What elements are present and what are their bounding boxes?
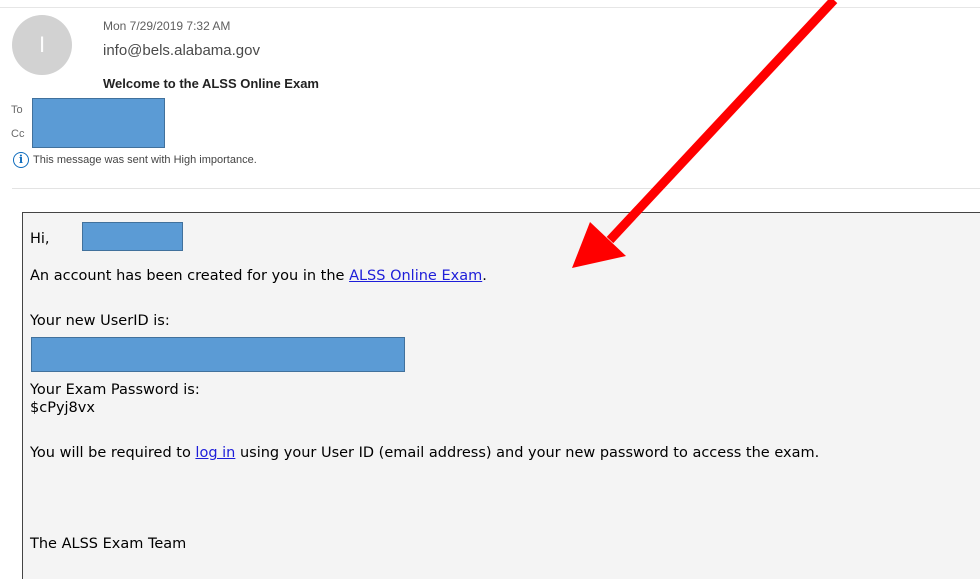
cc-label: Cc xyxy=(11,128,25,140)
account-line: An account has been created for you in t… xyxy=(30,268,487,284)
userid-label: Your new UserID is: xyxy=(30,313,170,329)
redacted-recipients xyxy=(32,98,165,148)
alss-online-exam-link[interactable]: ALSS Online Exam xyxy=(349,268,482,284)
to-label: To xyxy=(11,104,23,116)
email-reading-pane: I Mon 7/29/2019 7:32 AM info@bels.alabam… xyxy=(0,0,980,579)
arrow-shaft xyxy=(606,0,838,244)
message-body: Hi, An account has been created for you … xyxy=(22,212,980,579)
sender-address[interactable]: info@bels.alabama.gov xyxy=(103,42,260,59)
sent-date: Mon 7/29/2019 7:32 AM xyxy=(103,19,231,33)
signature: The ALSS Exam Team xyxy=(30,536,187,552)
password-label: Your Exam Password is: xyxy=(30,382,200,398)
top-divider xyxy=(0,7,980,8)
greeting: Hi, xyxy=(30,231,50,247)
info-icon: i xyxy=(13,152,29,168)
login-prefix: You will be required to xyxy=(30,445,196,461)
email-subject: Welcome to the ALSS Online Exam xyxy=(103,76,319,91)
login-line: You will be required to log in using you… xyxy=(30,445,819,461)
login-suffix: using your User ID (email address) and y… xyxy=(235,445,820,461)
password-value: $cPyj8vx xyxy=(30,400,95,416)
account-suffix: . xyxy=(482,268,487,284)
log-in-link[interactable]: log in xyxy=(195,445,235,461)
redacted-userid xyxy=(31,337,405,372)
redacted-name xyxy=(82,222,183,251)
sender-avatar[interactable]: I xyxy=(12,15,72,75)
header-divider xyxy=(12,188,980,189)
importance-notice: This message was sent with High importan… xyxy=(33,154,257,166)
account-prefix: An account has been created for you in t… xyxy=(30,268,350,284)
